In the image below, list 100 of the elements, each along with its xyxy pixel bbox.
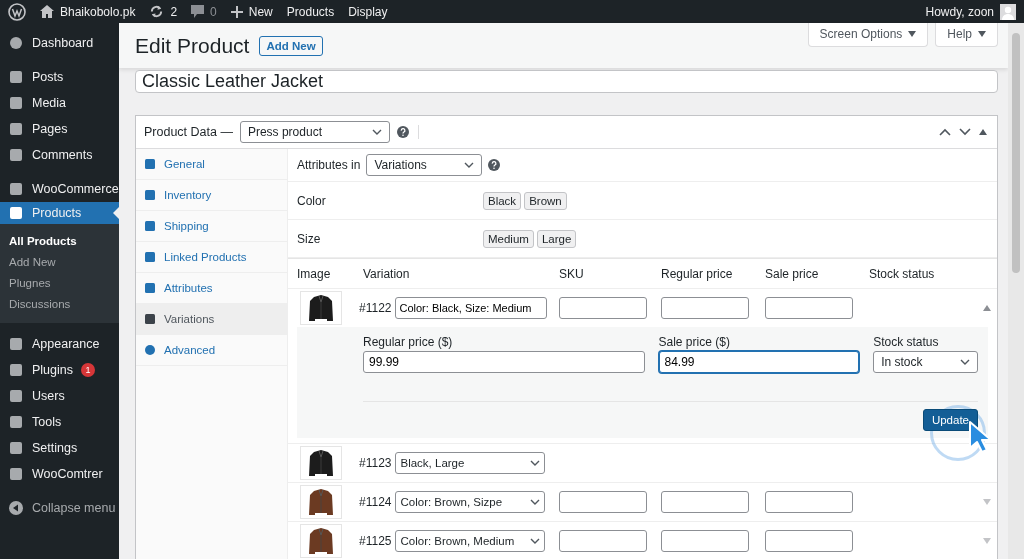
attributes-select[interactable]: Variations [366,154,483,176]
new-link[interactable]: New [248,4,273,19]
product-data-tab[interactable]: Linked Products [136,242,287,273]
menu-item[interactable]: WooComtrer [0,461,119,487]
sku-field[interactable] [559,530,647,552]
caret-icon [908,31,917,37]
variation-id: #1123 [359,456,392,470]
scrollbar[interactable] [1008,23,1024,559]
submenu-item[interactable]: All Products [0,231,119,252]
sku-field[interactable] [559,297,647,319]
screen-options-button[interactable]: Screen Options [807,23,929,47]
chevron-down-icon [530,538,541,544]
menu-item[interactable]: Pages [0,116,119,142]
chevron-up-icon[interactable] [939,128,951,136]
menu-item[interactable]: Products [0,202,119,224]
product-type-select[interactable]: Press product [239,121,390,143]
wordpress-logo-icon[interactable] [8,2,26,21]
collapse-menu-button[interactable]: Collapse menu [0,495,119,521]
help-icon [396,126,409,138]
chevron-down-icon [530,499,541,505]
menu-item[interactable]: Tools [0,409,119,435]
avatar-icon [1000,3,1016,20]
variation-name-field[interactable]: Color: Black, Size: Medium [395,297,548,319]
expand-triangle-icon[interactable] [983,538,991,544]
column-header: Sale price [765,266,820,281]
field-label: Stock status [873,335,940,349]
chevron-down-icon [371,129,382,135]
attribute-value-tag: Large [536,229,577,248]
add-new-button[interactable]: Add New [259,35,323,56]
submenu-item[interactable]: Discussions [0,294,119,315]
update-badge: 1 [81,363,95,377]
menu-item[interactable]: Comments [0,142,119,168]
refresh-icon [149,4,165,19]
menu-item[interactable]: Settings [0,435,119,461]
admin-bar-link[interactable]: Products [286,4,335,19]
chevron-down-icon [530,460,541,466]
collapse-triangle-icon[interactable] [979,129,987,135]
variation-id: #1124 [359,495,392,509]
menu-item[interactable]: WooCommerce [0,176,119,202]
field-label: Sale price ($) [658,335,731,349]
page-title: Edit Product [135,33,250,58]
chevron-down-icon [464,162,475,168]
caret-icon [978,31,986,37]
home-icon [40,5,54,18]
variation-select[interactable]: Color: Brown, Medium [395,530,546,552]
greeting-link[interactable]: Howdy, zoon [925,4,994,19]
product-data-tab[interactable]: Advanced [136,335,287,366]
menu-item[interactable]: Posts [0,64,119,90]
menu-item[interactable]: Dashboard [0,30,119,56]
plus-icon [230,5,243,18]
regular-price-field[interactable] [661,530,749,552]
regular-price-field[interactable] [661,297,749,319]
chevron-down-icon[interactable] [959,128,971,136]
attributes-in-label: Attributes in [297,158,361,172]
menu-item[interactable]: Users [0,383,119,409]
column-header: SKU [559,266,585,281]
help-icon [488,159,501,171]
column-header: Image [297,266,332,281]
expand-triangle-icon[interactable] [983,499,991,505]
panel-title: Product Data — [144,125,233,139]
sku-field[interactable] [559,491,647,513]
product-data-tab[interactable]: Inventory [136,180,287,211]
column-header: Regular price [661,266,734,281]
menu-item[interactable]: Appearance [0,331,119,357]
sale-price-field[interactable] [765,530,853,552]
help-button[interactable]: Help [935,23,998,47]
admin-bar-link[interactable]: Display [348,4,388,19]
sale-price-field[interactable] [765,297,853,319]
variation-select[interactable]: Color: Brown, Sizpe [395,491,546,513]
regular-price-field[interactable]: 99.99 [363,351,645,373]
attribute-name: Color [297,193,327,208]
collapse-icon [8,500,24,516]
attribute-value-tag: Black [483,191,522,210]
variation-id: #1122 [359,301,392,315]
product-data-tab[interactable]: General [136,149,287,180]
comments-count[interactable]: 0 [210,4,217,19]
updates-count[interactable]: 2 [170,4,178,19]
submenu-item[interactable]: Plugnes [0,273,119,294]
attribute-value-tag: Brown [524,191,567,210]
submenu-item[interactable]: Add New [0,252,119,273]
product-data-tab[interactable]: Variations [136,304,287,335]
chevron-down-icon [960,359,970,365]
stock-status-select[interactable]: In stock [873,351,978,373]
menu-item[interactable]: Media [0,90,119,116]
sale-price-field[interactable]: 84.99 [658,351,860,373]
regular-price-field[interactable] [661,491,749,513]
product-data-tab[interactable]: Shipping [136,211,287,242]
product-title-field[interactable]: Classic Leather Jacket [135,70,998,93]
scrollbar-thumb[interactable] [1012,33,1020,273]
field-label: Regular price ($) [363,335,454,349]
variation-select[interactable]: Black, Large [395,452,546,474]
variation-id: #1125 [359,534,392,548]
column-header: Variation [363,266,411,281]
site-name-link[interactable]: Bhaikobolo.pk [60,4,136,19]
update-button[interactable]: Update [922,409,978,431]
column-header: Stock status [869,266,936,281]
menu-item[interactable]: Plugins 1 [0,357,119,383]
collapse-triangle-icon[interactable] [983,305,991,311]
sale-price-field[interactable] [765,491,853,513]
attribute-value-tag: Medium [483,229,534,248]
